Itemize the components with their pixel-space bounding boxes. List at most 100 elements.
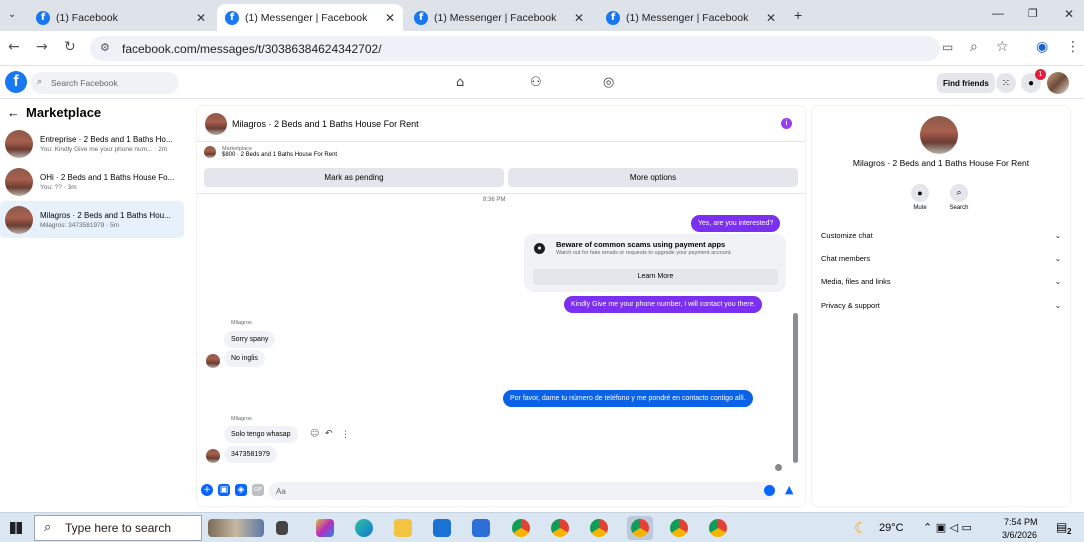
chrome-profile-icon[interactable] [551, 519, 569, 537]
chrome-profile-icon[interactable] [631, 519, 649, 537]
tab-search-button[interactable]: ⌄ [8, 9, 16, 20]
forward-icon[interactable]: → [36, 39, 48, 55]
conversation-item[interactable]: OHi · 2 Beds and 1 Baths House Fo... You:… [0, 163, 184, 200]
outgoing-message[interactable]: Por favor, dame tu número de teléfono y … [503, 390, 753, 407]
chrome-profile-icon[interactable] [709, 519, 727, 537]
incoming-message[interactable]: Sorry spany [224, 331, 276, 348]
taskbar-search-input[interactable]: ⌕ Type here to search [34, 515, 202, 541]
sender-avatar[interactable] [206, 354, 220, 368]
notification-badge: 1 [1035, 69, 1046, 80]
listing-photo[interactable] [920, 116, 958, 154]
image-icon[interactable]: ▣ [218, 484, 230, 496]
plus-icon[interactable]: + [201, 484, 213, 496]
message-input[interactable]: Aa [269, 482, 775, 500]
facebook-logo-icon[interactable]: f [5, 71, 27, 93]
tab-messenger-active[interactable]: f (1) Messenger | Facebook ✕ [217, 4, 403, 31]
more-options-button[interactable]: More options [508, 168, 798, 187]
listing-thumbnail [5, 167, 33, 196]
info-icon[interactable]: i [781, 118, 792, 129]
back-arrow-icon[interactable]: ← [7, 105, 20, 120]
facebook-search-input[interactable]: ⌕ Search Facebook [31, 72, 179, 94]
clock-time[interactable]: 7:54 PM [1004, 517, 1038, 527]
outgoing-message[interactable]: Yes, are you interested? [691, 215, 781, 232]
react-icon[interactable]: ☺ [310, 429, 319, 439]
notification-center-icon[interactable]: ▤ [1056, 520, 1067, 534]
tab-facebook[interactable]: f (1) Facebook ✕ [28, 4, 214, 31]
chrome-profile-icon[interactable] [670, 519, 688, 537]
address-bar[interactable]: ⚙ facebook.com/messages/t/30386384624342… [90, 36, 953, 61]
sender-name: Milagros [231, 320, 252, 326]
close-icon[interactable]: ✕ [766, 11, 776, 25]
install-icon[interactable]: ▭ [942, 40, 953, 54]
section-privacy-support[interactable]: Privacy & support ⌄ [821, 301, 1061, 310]
new-tab-button[interactable]: + [794, 7, 802, 23]
chat-scrollbar[interactable] [793, 313, 798, 463]
tray-icons[interactable]: ⌃ ▣ ◁ ▭ [923, 521, 972, 534]
menu-grid-icon[interactable]: ⁙ [996, 73, 1016, 93]
more-actions-icon[interactable]: ⋮ [341, 429, 350, 440]
site-info-icon[interactable]: ⚙ [100, 41, 110, 54]
back-icon[interactable]: ← [8, 39, 20, 55]
chrome-profile-icon[interactable] [512, 519, 530, 537]
clock-date[interactable]: 3/6/2026 [1002, 530, 1037, 540]
search-icon: ⌕ [37, 77, 43, 87]
scam-warning-card: ● Beware of common scams using payment a… [524, 234, 786, 292]
like-icon[interactable]: ▲ [785, 483, 793, 496]
task-view-icon[interactable] [276, 521, 288, 535]
store-icon[interactable] [472, 519, 490, 537]
section-media-files-links[interactable]: Media, files and links ⌄ [821, 277, 1061, 286]
reply-icon[interactable]: ↶ [325, 429, 333, 439]
bookmark-star-icon[interactable]: ☆ [996, 39, 1009, 55]
listing-banner[interactable]: Marketplace $800 · 2 Beds and 1 Baths Hou… [204, 146, 337, 158]
windows-start-icon[interactable] [10, 522, 22, 534]
account-avatar[interactable] [1047, 72, 1069, 94]
outgoing-message[interactable]: Kindly Give me your phone number, I will… [564, 296, 763, 313]
home-icon[interactable]: ⌂ [456, 75, 464, 90]
sticker-icon[interactable]: ◈ [235, 484, 247, 496]
weather-icon[interactable]: ☾ [854, 519, 867, 537]
incoming-message[interactable]: Solo tengo whasap [224, 426, 298, 443]
friends-icon[interactable]: ⚇ [530, 75, 542, 90]
chat-header: Milagros · 2 Beds and 1 Baths House For … [197, 106, 805, 142]
chevron-down-icon: ⌄ [1054, 277, 1061, 286]
menu-icon[interactable]: ⋮ [1066, 39, 1080, 55]
marketplace-title[interactable]: ← Marketplace [7, 105, 101, 120]
groups-icon[interactable]: ◎ [603, 75, 614, 90]
learn-more-button[interactable]: Learn More [533, 269, 778, 285]
chat-title[interactable]: Milagros · 2 Beds and 1 Baths House For … [232, 119, 419, 129]
window-close-button[interactable]: ✕ [1064, 7, 1074, 21]
conversation-item-selected[interactable]: Milagros · 2 Beds and 1 Baths Hou... Mila… [0, 201, 184, 238]
mark-as-pending-button[interactable]: Mark as pending [204, 168, 504, 187]
mail-icon[interactable] [433, 519, 451, 537]
close-icon[interactable]: ✕ [196, 11, 206, 25]
reload-icon[interactable]: ↻ [64, 39, 76, 55]
edge-icon[interactable] [355, 519, 373, 537]
facebook-icon: f [606, 10, 620, 25]
file-explorer-icon[interactable] [394, 519, 412, 537]
minimize-button[interactable]: — [992, 6, 1004, 20]
conversation-item[interactable]: Entreprise · 2 Beds and 1 Baths Ho... You… [0, 125, 184, 162]
chrome-profile-icon[interactable] [590, 519, 608, 537]
incoming-message[interactable]: 3473581979 [224, 446, 277, 463]
listing-thumbnail[interactable] [205, 112, 227, 135]
close-icon[interactable]: ✕ [385, 11, 395, 25]
section-chat-members[interactable]: Chat members ⌄ [821, 254, 1061, 263]
weather-temp[interactable]: 29°C [879, 522, 904, 534]
mute-button[interactable]: ● [911, 184, 929, 202]
section-customize-chat[interactable]: Customize chat ⌄ [821, 231, 1061, 240]
restore-button[interactable]: ❐ [1028, 7, 1038, 20]
search-button[interactable]: ⌕ [950, 184, 968, 202]
incoming-message[interactable]: No inglis [224, 350, 265, 367]
search-highlight-icon[interactable] [208, 519, 264, 537]
copilot-icon[interactable] [316, 519, 334, 537]
zoom-icon[interactable]: ⌕ [970, 39, 978, 55]
tab-messenger-3[interactable]: f (1) Messenger | Facebook ✕ [598, 4, 784, 31]
gif-icon[interactable]: GIF [252, 484, 264, 496]
profile-icon[interactable]: ◉ [1036, 39, 1048, 55]
sender-avatar[interactable] [206, 449, 220, 463]
close-icon[interactable]: ✕ [574, 11, 584, 25]
emoji-icon[interactable] [764, 485, 775, 496]
listing-thumbnail [204, 146, 216, 158]
tab-messenger-2[interactable]: f (1) Messenger | Facebook ✕ [406, 4, 592, 31]
find-friends-button[interactable]: Find friends [937, 73, 995, 93]
